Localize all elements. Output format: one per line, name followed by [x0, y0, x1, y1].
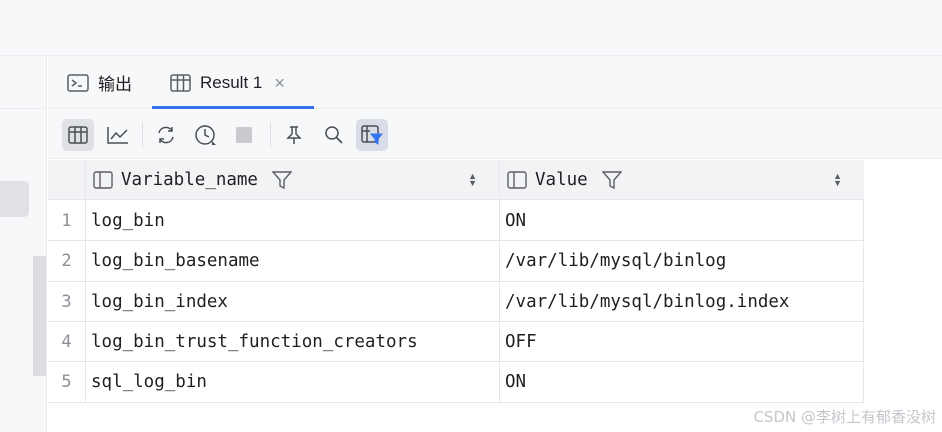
column-label: Variable_name	[121, 169, 258, 190]
tab-output-label: 输出	[98, 75, 132, 94]
stop-icon[interactable]	[228, 119, 260, 151]
left-panel-divider	[0, 108, 47, 109]
tab-result-label: Result 1	[200, 72, 263, 92]
result-grid: Variable_name ▲ ▼ Value ▲ ▼ 1 log_bin ON 2…	[48, 160, 864, 403]
row-number: 3	[48, 282, 85, 322]
cell-variable-name[interactable]: log_bin_index	[86, 282, 499, 322]
row-number: 4	[48, 322, 85, 362]
top-bar	[0, 0, 942, 56]
left-panel-scrollbar[interactable]	[33, 256, 46, 376]
search-icon[interactable]	[318, 119, 350, 151]
console-icon	[67, 73, 89, 92]
sort-icon[interactable]: ▲ ▼	[468, 172, 477, 188]
column-label: Value	[535, 169, 588, 190]
table-icon	[170, 73, 191, 92]
filter-icon[interactable]	[601, 170, 622, 189]
filter-panel-icon[interactable]	[356, 119, 388, 151]
column-icon	[507, 170, 527, 189]
table-view-icon[interactable]	[62, 119, 94, 151]
pin-icon[interactable]	[278, 119, 310, 151]
cell-variable-name[interactable]: log_bin	[86, 201, 499, 241]
column-header-value[interactable]: Value ▲ ▼	[499, 160, 864, 200]
cell-value[interactable]: ON	[500, 201, 863, 241]
row-number-header	[48, 160, 85, 200]
left-panel-selected-item[interactable]	[0, 181, 29, 217]
cell-value[interactable]: /var/lib/mysql/binlog	[500, 241, 863, 281]
cell-value[interactable]: ON	[500, 362, 863, 402]
row-number: 2	[48, 241, 85, 281]
filter-icon[interactable]	[271, 170, 292, 189]
close-icon[interactable]: ×	[274, 74, 285, 92]
tab-bar: 输出 Result 1 ×	[48, 56, 942, 109]
column-header-variable-name[interactable]: Variable_name ▲ ▼	[85, 160, 499, 200]
cell-variable-name[interactable]: sql_log_bin	[86, 362, 499, 402]
result-toolbar	[48, 110, 942, 159]
row-number: 5	[48, 362, 85, 402]
history-icon[interactable]	[190, 119, 222, 151]
active-tab-indicator	[152, 106, 314, 109]
cell-variable-name[interactable]: log_bin_trust_function_creators	[86, 322, 499, 362]
refresh-icon[interactable]	[150, 119, 182, 151]
sort-icon[interactable]: ▲ ▼	[833, 172, 842, 188]
cell-variable-name[interactable]: log_bin_basename	[86, 241, 499, 281]
row-number: 1	[48, 201, 85, 241]
watermark: CSDN @李树上有郁香没树	[753, 408, 936, 426]
cell-value[interactable]: /var/lib/mysql/binlog.index	[500, 282, 863, 322]
cell-value[interactable]: OFF	[500, 322, 863, 362]
left-panel	[0, 56, 47, 432]
tab-output[interactable]: 输出	[67, 56, 132, 109]
tab-result-1[interactable]: Result 1 ×	[152, 56, 314, 109]
column-icon	[93, 170, 113, 189]
chart-view-icon[interactable]	[102, 119, 134, 151]
